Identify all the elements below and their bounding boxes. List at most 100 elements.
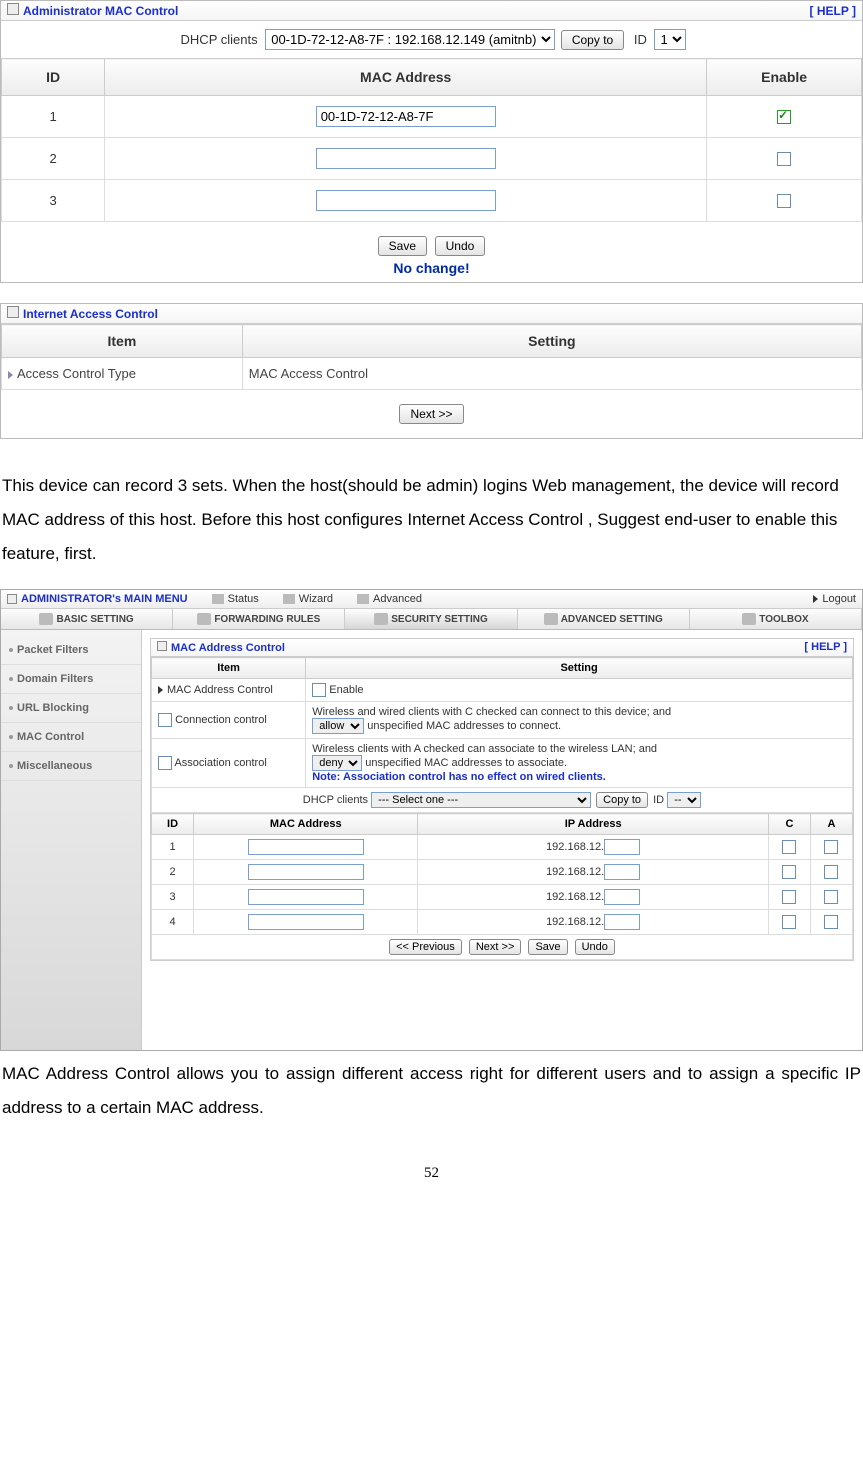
next-button[interactable]: Next >> xyxy=(399,404,463,424)
c-checkbox[interactable] xyxy=(782,915,796,929)
save-button[interactable]: Save xyxy=(378,236,427,256)
ip-prefix: 192.168.12. xyxy=(546,916,604,928)
undo-button[interactable]: Undo xyxy=(435,236,486,256)
nav-wizard[interactable]: Wizard xyxy=(283,593,333,605)
next-button[interactable]: Next >> xyxy=(469,939,522,955)
col-ip: IP Address xyxy=(418,814,769,835)
enable-checkbox-2[interactable] xyxy=(777,152,791,166)
col-setting: Setting xyxy=(306,658,853,679)
enable-checkbox[interactable] xyxy=(312,683,326,697)
col-id: ID xyxy=(152,814,194,835)
square-icon xyxy=(7,594,17,604)
cell-id: 3 xyxy=(2,180,105,222)
id-label: ID xyxy=(653,794,664,806)
square-icon xyxy=(7,306,19,318)
mac-input[interactable] xyxy=(248,864,364,880)
ip-prefix: 192.168.12. xyxy=(546,891,604,903)
dot-icon xyxy=(9,677,13,681)
wizard-icon xyxy=(283,594,295,604)
sidebar-item-miscellaneous[interactable]: Miscellaneous xyxy=(1,752,141,781)
cell-id: 2 xyxy=(152,860,194,885)
association-note: Note: Association control has no effect … xyxy=(312,771,606,783)
mac-input-2[interactable] xyxy=(316,148,496,169)
connection-control-checkbox[interactable] xyxy=(158,713,172,727)
mac-input-3[interactable] xyxy=(316,190,496,211)
col-enable: Enable xyxy=(707,59,862,96)
enable-checkbox-1[interactable] xyxy=(777,110,791,124)
id-select[interactable]: 1 xyxy=(654,29,686,50)
iac-table: Item Setting Access Control Type MAC Acc… xyxy=(1,324,862,390)
tab-toolbox[interactable]: TOOLBOX xyxy=(690,609,862,629)
page-number: 52 xyxy=(0,1135,863,1192)
sidebar-item-url-blocking[interactable]: URL Blocking xyxy=(1,694,141,723)
ip-octet-input[interactable] xyxy=(604,839,640,855)
tab-forwarding-rules[interactable]: FORWARDING RULES xyxy=(173,609,345,629)
enable-label: Enable xyxy=(329,684,363,696)
sidebar: Packet Filters Domain Filters URL Blocki… xyxy=(1,630,142,1050)
help-link[interactable]: [ HELP ] xyxy=(810,4,856,18)
mac-input[interactable] xyxy=(248,889,364,905)
table-row: Association control Wireless clients wit… xyxy=(152,739,853,788)
dhcp-clients-select[interactable]: --- Select one --- xyxy=(371,792,591,808)
connection-allow-select[interactable]: allow xyxy=(312,718,364,734)
a-checkbox[interactable] xyxy=(824,865,838,879)
table-row: 1 192.168.12. xyxy=(152,835,853,860)
col-item: Item xyxy=(2,325,243,358)
nav-advanced[interactable]: Advanced xyxy=(357,593,422,605)
association-control-checkbox[interactable] xyxy=(158,756,172,770)
copy-to-button[interactable]: Copy to xyxy=(561,30,624,50)
dhcp-clients-label: DHCP clients xyxy=(303,794,368,806)
c-checkbox[interactable] xyxy=(782,890,796,904)
table-row: 4 192.168.12. xyxy=(152,910,853,935)
id-select[interactable]: -- xyxy=(667,792,701,808)
advanced-icon xyxy=(544,613,558,625)
mac-ip-table: ID MAC Address IP Address C A 1 192.168.… xyxy=(151,813,853,960)
tab-security-setting[interactable]: SECURITY SETTING xyxy=(345,609,517,629)
col-c: C xyxy=(768,814,810,835)
table-row: 1 xyxy=(2,96,862,138)
a-checkbox[interactable] xyxy=(824,915,838,929)
sidebar-item-mac-control[interactable]: MAC Control xyxy=(1,723,141,752)
tab-bar: BASIC SETTING FORWARDING RULES SECURITY … xyxy=(1,609,862,630)
sidebar-item-packet-filters[interactable]: Packet Filters xyxy=(1,636,141,665)
arrow-icon xyxy=(813,595,818,603)
cell-id: 1 xyxy=(152,835,194,860)
cell-id: 1 xyxy=(2,96,105,138)
mac-input[interactable] xyxy=(248,839,364,855)
ip-octet-input[interactable] xyxy=(604,889,640,905)
ip-octet-input[interactable] xyxy=(604,914,640,930)
ip-octet-input[interactable] xyxy=(604,864,640,880)
tab-basic-setting[interactable]: BASIC SETTING xyxy=(1,609,173,629)
save-button[interactable]: Save xyxy=(528,939,567,955)
c-checkbox[interactable] xyxy=(782,840,796,854)
table-row: MAC Address Control Enable xyxy=(152,679,853,702)
a-checkbox[interactable] xyxy=(824,890,838,904)
advanced-icon xyxy=(357,594,369,604)
main-menu-label: ADMINISTRATOR's MAIN MENU xyxy=(21,593,188,605)
col-mac: MAC Address xyxy=(194,814,418,835)
mac-input-1[interactable] xyxy=(316,106,496,127)
help-link[interactable]: [ HELP ] xyxy=(804,641,847,654)
undo-button[interactable]: Undo xyxy=(575,939,615,955)
tab-advanced-setting[interactable]: ADVANCED SETTING xyxy=(518,609,690,629)
logout-link[interactable]: Logout xyxy=(813,593,856,605)
dot-icon xyxy=(9,648,13,652)
c-checkbox[interactable] xyxy=(782,865,796,879)
toolbox-icon xyxy=(742,613,756,625)
dot-icon xyxy=(9,735,13,739)
section-title: MAC Address Control xyxy=(171,642,285,654)
association-control-label: Association control xyxy=(174,757,266,769)
a-checkbox[interactable] xyxy=(824,840,838,854)
basic-icon xyxy=(39,613,53,625)
dhcp-clients-row: DHCP clients 00-1D-72-12-A8-7F : 192.168… xyxy=(1,21,862,58)
sidebar-item-domain-filters[interactable]: Domain Filters xyxy=(1,665,141,694)
internet-access-control-header: Internet Access Control xyxy=(1,304,862,324)
cell-id: 2 xyxy=(2,138,105,180)
association-deny-select[interactable]: deny xyxy=(312,755,362,771)
dhcp-clients-select[interactable]: 00-1D-72-12-A8-7F : 192.168.12.149 (amit… xyxy=(265,29,555,50)
nav-status[interactable]: Status xyxy=(212,593,259,605)
mac-input[interactable] xyxy=(248,914,364,930)
previous-button[interactable]: << Previous xyxy=(389,939,462,955)
enable-checkbox-3[interactable] xyxy=(777,194,791,208)
copy-to-button[interactable]: Copy to xyxy=(596,792,648,808)
